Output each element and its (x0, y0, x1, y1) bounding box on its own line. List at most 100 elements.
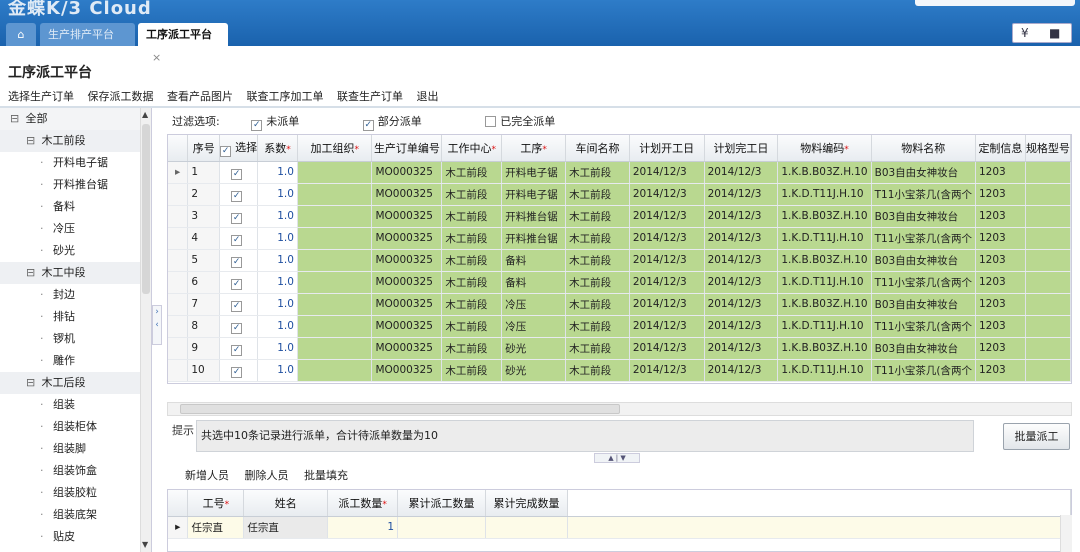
cell-ws[interactable]: 木工前段 (565, 161, 630, 184)
tree-node-item[interactable]: · 雕作 (0, 350, 140, 372)
cell-ws[interactable]: 木工前段 (565, 359, 630, 382)
cell-name[interactable]: B03自由女神妆台 (871, 249, 976, 272)
row-select[interactable]: ✓ (219, 271, 259, 294)
cell-mat[interactable]: 1.K.B.B03Z.H.10 (777, 205, 872, 228)
cell-name[interactable]: B03自由女神妆台 (871, 205, 976, 228)
batch-fill-button[interactable]: 批量填充 (304, 467, 348, 483)
cell-ws[interactable]: 木工前段 (565, 183, 630, 206)
expand-toggle-icon[interactable]: ⊟ (10, 108, 22, 130)
cell-start[interactable]: 2014/12/3 (629, 359, 705, 382)
expand-toggle-icon[interactable]: ⊟ (26, 130, 38, 152)
coefficient-cell[interactable]: 1.0 (257, 271, 298, 294)
cell-mo[interactable]: MO000325 (371, 293, 443, 316)
cell-start[interactable]: 2014/12/3 (629, 183, 705, 206)
cell-mo[interactable]: MO000325 (371, 183, 443, 206)
cell-wc[interactable]: 木工前段 (441, 271, 503, 294)
coefficient-cell[interactable]: 1.0 (257, 315, 298, 338)
cell-end[interactable]: 2014/12/3 (704, 359, 779, 382)
row-select[interactable]: ✓ (219, 293, 259, 316)
cell-op[interactable]: 冷压 (501, 293, 567, 316)
scroll-down-icon[interactable]: ▼ (142, 540, 148, 549)
coefficient-cell[interactable]: 1.0 (257, 359, 298, 382)
row-checkbox[interactable]: ✓ (231, 300, 243, 312)
table-row[interactable]: 4 ✓ 1.0 MO000325 木工前段 开料推台锯 木工前段 2014/12/3 2014/… (168, 227, 1071, 250)
cell-spec[interactable] (1025, 227, 1071, 250)
row-select[interactable]: ✓ (219, 359, 259, 382)
table-row[interactable]: 5 ✓ 1.0 MO000325 木工前段 备料 木工前段 2014/12/3 2014/12/… (168, 249, 1071, 272)
cell-mat[interactable]: 1.K.B.B03Z.H.10 (777, 249, 872, 272)
cell-op[interactable]: 砂光 (501, 337, 567, 360)
cell-name[interactable]: T11小宝茶几(含两个 (871, 359, 976, 382)
cell-end[interactable]: 2014/12/3 (704, 227, 779, 250)
cell-op[interactable]: 开料推台锯 (501, 227, 567, 250)
tree-node-item[interactable]: · 锣机 (0, 328, 140, 350)
filter-fully-dispatched[interactable]: 已完全派单 (485, 115, 555, 128)
grid-scroll-thumb[interactable] (180, 404, 620, 414)
cell-end[interactable]: 2014/12/3 (704, 205, 779, 228)
sidebar-scroll-thumb[interactable] (142, 124, 150, 294)
cell-start[interactable]: 2014/12/3 (629, 271, 705, 294)
cell-mat[interactable]: 1.K.B.B03Z.H.10 (777, 293, 872, 316)
cell-org[interactable] (297, 249, 373, 272)
cell-ws[interactable]: 木工前段 (565, 315, 630, 338)
cell-org[interactable] (297, 227, 373, 250)
cell-mo[interactable]: MO000325 (371, 161, 443, 184)
cell-wc[interactable]: 木工前段 (441, 227, 503, 250)
cell-spec[interactable] (1025, 337, 1071, 360)
cell-mo[interactable]: MO000325 (371, 315, 443, 338)
cell-custom[interactable]: 1203 (975, 359, 1026, 382)
checkbox-icon[interactable] (485, 116, 497, 127)
cell-op[interactable]: 备料 (501, 249, 567, 272)
row-checkbox[interactable]: ✓ (231, 212, 243, 224)
cell-ws[interactable]: 木工前段 (565, 227, 630, 250)
delete-person-button[interactable]: 删除人员 (245, 467, 289, 483)
cell-end[interactable]: 2014/12/3 (704, 271, 779, 294)
panel-splitter[interactable]: ▲ | ▼ (594, 453, 640, 463)
cell-start[interactable]: 2014/12/3 (629, 205, 705, 228)
column-header[interactable]: 规格型号 (1025, 135, 1071, 162)
tree-node-item[interactable]: · 砂光 (0, 240, 140, 262)
cell-custom[interactable]: 1203 (975, 227, 1026, 250)
cell-mat[interactable]: 1.K.D.T11J.H.10 (777, 227, 872, 250)
row-select[interactable]: ✓ (219, 227, 259, 250)
coefficient-cell[interactable]: 1.0 (257, 249, 298, 272)
tree-node-item[interactable]: · 组装胶粒 (0, 482, 140, 504)
filter-partially-dispatched[interactable]: ✓ 部分派单 (362, 115, 422, 131)
cell-end[interactable]: 2014/12/3 (704, 337, 779, 360)
cell-mat[interactable]: 1.K.D.T11J.H.10 (777, 271, 872, 294)
cell-start[interactable]: 2014/12/3 (629, 161, 705, 184)
tree-node-item[interactable]: · 组装饰盒 (0, 460, 140, 482)
cell-mat[interactable]: 1.K.D.T11J.H.10 (777, 183, 872, 206)
cell-start[interactable]: 2014/12/3 (629, 227, 705, 250)
column-header[interactable]: 加工组织* (297, 135, 373, 162)
employee-id-cell[interactable]: 任宗直 (187, 516, 245, 539)
tree-node-item[interactable]: · 组装柜体 (0, 416, 140, 438)
cell-custom[interactable]: 1203 (975, 271, 1026, 294)
cell-custom[interactable]: 1203 (975, 337, 1026, 360)
column-header[interactable]: 系数* (257, 135, 298, 162)
cell-mo[interactable]: MO000325 (371, 271, 443, 294)
row-select[interactable]: ✓ (219, 249, 259, 272)
tree-node-item[interactable]: · 排钻 (0, 306, 140, 328)
cell-op[interactable]: 开料电子锯 (501, 183, 567, 206)
view-product-image-button[interactable]: 查看产品图片 (167, 88, 233, 104)
tab-home[interactable]: ⌂ (6, 23, 36, 46)
tree-node-item[interactable]: · 组装底架 (0, 504, 140, 526)
cell-spec[interactable] (1025, 271, 1071, 294)
cell-wc[interactable]: 木工前段 (441, 293, 503, 316)
cell-wc[interactable]: 木工前段 (441, 249, 503, 272)
row-select[interactable]: ✓ (219, 183, 259, 206)
cell-org[interactable] (297, 161, 373, 184)
cell-org[interactable] (297, 271, 373, 294)
row-select[interactable]: ✓ (219, 205, 259, 228)
cell-mo[interactable]: MO000325 (371, 205, 443, 228)
cell-start[interactable]: 2014/12/3 (629, 337, 705, 360)
row-select[interactable]: ✓ (219, 337, 259, 360)
cell-spec[interactable] (1025, 161, 1071, 184)
tree-node-item[interactable]: · 冷压 (0, 218, 140, 240)
cell-name[interactable]: T11小宝茶几(含两个 (871, 227, 976, 250)
table-row[interactable]: ▸ 任宗直 任宗直 1 (168, 516, 1071, 539)
column-header[interactable]: 物料编码* (777, 135, 872, 162)
column-header[interactable]: 计划开工日 (629, 135, 705, 162)
filter-undispatched[interactable]: ✓ 未派单 (251, 115, 299, 131)
